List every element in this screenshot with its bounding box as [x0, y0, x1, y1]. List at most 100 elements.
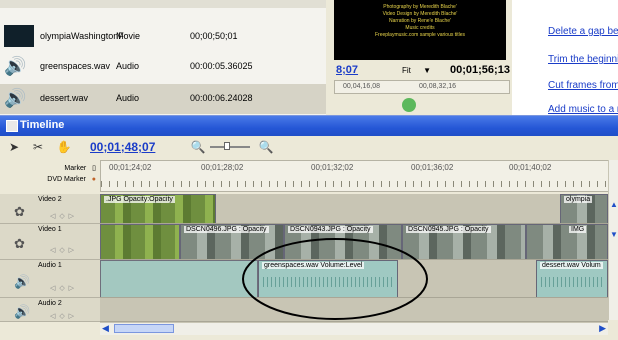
monitor-panel: Photography by Meredith Blache' Video De…	[326, 0, 512, 118]
current-time[interactable]: 8;07	[336, 64, 358, 76]
credits-preview: Photography by Meredith Blache' Video De…	[334, 0, 506, 60]
scroll-left-icon[interactable]: ◀	[102, 323, 109, 334]
list-item[interactable]: 🔊 greenspaces.wav Audio 00:00:05.36025	[0, 52, 326, 82]
track-header-video-2[interactable]: Video 2 ✿ ◁ ◇ ▷	[0, 194, 100, 224]
timeline-timecode[interactable]: 00;01;48;07	[90, 140, 155, 154]
dvd-marker-icon[interactable]: ●	[92, 176, 96, 183]
chevron-down-icon: ▼	[423, 66, 432, 75]
speaker-icon: 🔊	[14, 274, 31, 289]
mini-ruler[interactable]: 00,04,16,08 00,08,32,16	[334, 80, 510, 94]
tasks-panel: Delete a gap bet Trim the beginni Cut fr…	[530, 0, 618, 118]
clip-label: IMG	[569, 226, 587, 233]
video-clip[interactable]: olympia	[560, 194, 608, 223]
play-button[interactable]	[402, 98, 416, 112]
zoom-slider-thumb[interactable]	[224, 142, 230, 150]
zoom-slider[interactable]	[210, 142, 250, 150]
audio-clip[interactable]	[100, 260, 258, 297]
keyframe-nav-icon[interactable]: ◁ ◇ ▷	[50, 246, 75, 254]
credit-line: Narration by Rene'e Blache'	[389, 18, 451, 24]
ruler-mark: 00;01;40;02	[509, 163, 552, 172]
keyframe-nav-icon[interactable]: ◁ ◇ ▷	[50, 212, 75, 220]
credit-line: Video Design by Meredith Blache'	[382, 11, 458, 17]
video-clip[interactable]	[100, 224, 180, 259]
item-type: Audio	[116, 93, 140, 103]
zoom-out-icon[interactable]: 🔍	[190, 139, 206, 155]
item-type: Audio	[116, 61, 140, 71]
video-clip[interactable]: .JPG Opacity:Opacity	[100, 194, 216, 223]
razor-tool-icon[interactable]: ✂	[30, 139, 46, 155]
track-header-video-1[interactable]: Video 1 ✿ ◁ ◇ ▷	[0, 224, 100, 260]
task-link-delete-gap[interactable]: Delete a gap bet	[548, 26, 618, 37]
scroll-up-icon[interactable]: ▲	[610, 200, 618, 209]
duration-readout: 00;01;56;13	[450, 64, 510, 76]
timeline-title-bar[interactable]: Timeline	[0, 116, 618, 136]
timeline-window: Timeline ➤ ✂ ✋ 00;01;48;07 🔍 🔍 Marker ▯ …	[0, 115, 618, 340]
track-lane-video-2[interactable]: .JPG Opacity:Opacity olympia	[100, 194, 608, 224]
ruler-ticks	[101, 181, 609, 187]
clip-label: olympia	[564, 196, 593, 203]
ruler-mark: 00;01;36;02	[411, 163, 454, 172]
ruler-mark: 00;01;24;02	[109, 163, 152, 172]
ruler-mark: 00,08,32,16	[419, 83, 456, 90]
scroll-down-icon[interactable]: ▼	[610, 230, 618, 239]
audio-clip[interactable]: dessert.wav Volum	[536, 260, 608, 297]
timeline-title: Timeline	[20, 119, 65, 131]
track-name: Audio 1	[38, 262, 62, 269]
fit-dropdown[interactable]: Fit ▼	[402, 66, 431, 75]
track-header-audio-2[interactable]: Audio 2 🔊 ◁ ◇ ▷	[0, 298, 100, 322]
credit-line: Photography by Meredith Blache'	[383, 4, 457, 10]
track-header-audio-1[interactable]: Audio 1 🔊 ◁ ◇ ▷	[0, 260, 100, 298]
fit-label: Fit	[402, 66, 411, 75]
track-name: Video 2	[38, 196, 62, 203]
horizontal-scroll-thumb[interactable]	[114, 324, 174, 333]
film-icon: ✿	[14, 236, 25, 251]
time-ruler[interactable]: 00;01;24;02 00;01;28;02 00;01;32;02 00;0…	[100, 160, 610, 192]
vertical-scrollbar[interactable]: ▲ ▼	[608, 160, 618, 320]
horizontal-scrollbar[interactable]: ◀ ▶	[100, 322, 608, 335]
clip-label: .JPG Opacity:Opacity	[104, 196, 175, 203]
zoom-in-icon[interactable]: 🔍	[258, 139, 274, 155]
ruler-mark: 00;01;32;02	[311, 163, 354, 172]
highlight-ellipse	[242, 238, 428, 320]
audio-waveform	[541, 277, 603, 287]
movie-thumbnail	[4, 25, 34, 47]
ruler-mark: 00,04,16,08	[343, 83, 380, 90]
track-name: Audio 2	[38, 300, 62, 307]
clip-label: DSCN0943.JPG : Opacity	[288, 226, 373, 233]
selection-tool-icon[interactable]: ➤	[6, 139, 22, 155]
video-clip[interactable]: IMG	[526, 224, 608, 259]
speaker-icon: 🔊	[4, 88, 27, 108]
ruler-mark: 00;01;28;02	[201, 163, 244, 172]
dvd-marker-label: DVD Marker ●	[6, 176, 96, 186]
hand-tool-icon[interactable]: ✋	[56, 139, 72, 155]
list-item[interactable]: 🔊 dessert.wav Audio 00:00:06.24028	[0, 84, 326, 114]
film-icon: ✿	[14, 204, 25, 219]
item-type: Movie	[116, 31, 141, 41]
speaker-icon: 🔊	[4, 56, 27, 76]
marker-icon[interactable]: ▯	[92, 165, 96, 172]
clip-label: DSCN0496.JPG : Opacity	[184, 226, 269, 233]
credit-line: Freeplaymusic.com sample various titles	[374, 32, 466, 38]
task-link-cut-frames[interactable]: Cut frames from	[548, 80, 618, 91]
keyframe-nav-icon[interactable]: ◁ ◇ ▷	[50, 312, 75, 320]
keyframe-nav-icon[interactable]: ◁ ◇ ▷	[50, 284, 75, 292]
timeline-window-icon	[6, 120, 18, 132]
clip-label: dessert.wav Volum	[540, 262, 603, 269]
task-link-add-music[interactable]: Add music to a n	[548, 104, 618, 115]
speaker-icon: 🔊	[14, 304, 31, 319]
item-duration: 00:00:05.36025	[190, 61, 253, 71]
task-link-trim[interactable]: Trim the beginni	[548, 54, 618, 65]
clip-label: DSCN0945.JPG : Opacity	[406, 226, 491, 233]
item-name: olympiaWashingtonF	[40, 31, 124, 41]
item-duration: 00;00;50;01	[190, 31, 238, 41]
list-header	[0, 0, 326, 8]
timeline-toolbar: ➤ ✂ ✋ 00;01;48;07 🔍 🔍	[0, 136, 618, 158]
track-name: Video 1	[38, 226, 62, 233]
item-name: greenspaces.wav	[40, 61, 111, 71]
dvd-marker-text: DVD Marker	[47, 176, 86, 183]
item-name: dessert.wav	[40, 93, 89, 103]
scroll-right-icon[interactable]: ▶	[599, 323, 606, 334]
list-item[interactable]: olympiaWashingtonF Movie 00;00;50;01	[0, 22, 326, 52]
credit-line: Music credits	[405, 25, 435, 31]
item-duration: 00:00:06.24028	[190, 93, 253, 103]
